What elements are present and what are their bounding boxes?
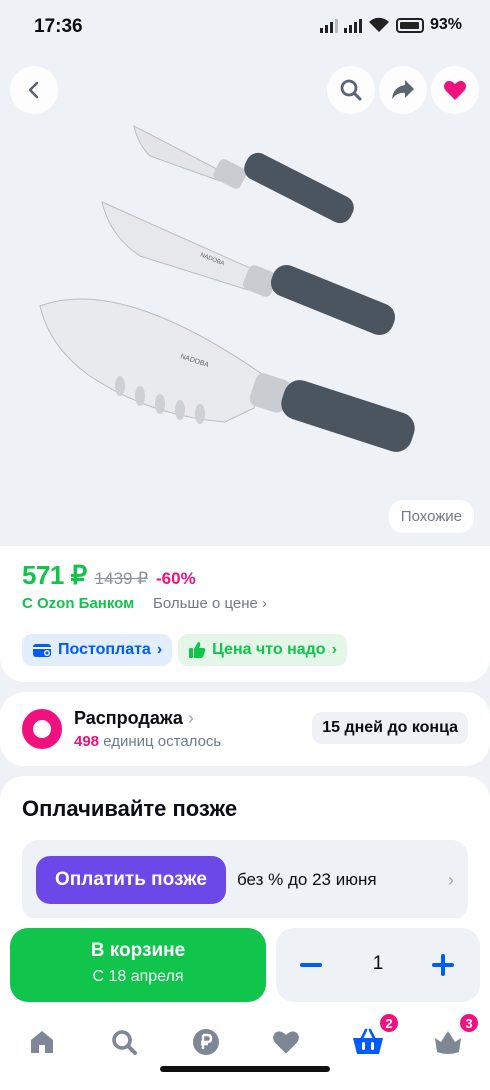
chip-good-price-label: Цена что надо xyxy=(212,641,326,658)
old-price: 1439 ₽ xyxy=(94,569,149,588)
in-cart-button[interactable]: В корзине С 18 апреля xyxy=(10,928,266,1002)
pay-later-button[interactable]: Оплатить позже xyxy=(36,856,226,904)
heart-icon xyxy=(273,1031,299,1054)
pay-later-box[interactable]: Оплатить позже без % до 23 июня › xyxy=(22,840,468,920)
share-arrow-icon xyxy=(392,80,414,99)
sale-title-text: Распродажа xyxy=(74,708,183,728)
back-button[interactable] xyxy=(10,66,58,114)
chevron-right-icon: › xyxy=(187,708,194,728)
share-button[interactable] xyxy=(379,66,427,114)
search-icon xyxy=(112,1030,137,1055)
knife-small-image xyxy=(133,125,354,224)
in-cart-subtitle: С 18 апреля xyxy=(92,968,184,985)
tab-cart[interactable]: 2 xyxy=(348,1012,400,1062)
sale-ring-icon xyxy=(22,709,62,749)
chip-good-price[interactable]: Цена что надо › xyxy=(178,634,347,666)
signal-2-icon xyxy=(343,17,362,33)
plus-button[interactable] xyxy=(430,952,456,978)
battery-icon xyxy=(395,17,424,33)
sale-card[interactable]: Распродажа › 498 единиц осталось 15 дней… xyxy=(0,692,490,766)
sale-remaining: 498 единиц осталось xyxy=(74,733,221,750)
tab-finance[interactable] xyxy=(186,1022,226,1062)
ruble-icon xyxy=(193,1029,219,1055)
cart-count-badge: 2 xyxy=(378,1012,400,1034)
bottom-tab-bar: 2 3 xyxy=(0,1012,490,1090)
quantity-stepper: 1 xyxy=(276,928,480,1002)
discount-badge: -60% xyxy=(156,569,196,588)
chevron-right-icon: › xyxy=(262,595,268,612)
crown-icon xyxy=(435,1031,461,1054)
sale-count-suffix: единиц осталось xyxy=(103,733,222,750)
price-card: 571 ₽ 1439 ₽ -60% С Ozon Банком Больше о… xyxy=(0,546,490,682)
wifi-icon xyxy=(368,17,389,32)
days-left-badge: 15 дней до конца xyxy=(312,712,468,744)
sale-count: 498 xyxy=(74,733,100,750)
thumbs-up-icon xyxy=(189,642,206,658)
tab-catalog[interactable] xyxy=(104,1022,144,1062)
action-bar: В корзине С 18 апреля 1 xyxy=(0,918,490,1012)
in-cart-title: В корзине xyxy=(90,940,186,961)
basket-icon xyxy=(353,1028,383,1054)
chip-postpay[interactable]: Постоплата › xyxy=(22,634,173,666)
product-gallery[interactable]: NADOBA NADOBA Похожие xyxy=(0,56,490,546)
battery-percent: 93% xyxy=(429,16,462,33)
tab-home[interactable] xyxy=(22,1022,62,1062)
more-price-link[interactable]: Больше о цене › xyxy=(153,595,267,612)
more-price-label: Больше о цене xyxy=(153,595,258,612)
search-icon xyxy=(340,79,362,101)
tab-favorites[interactable] xyxy=(266,1022,306,1062)
favorite-button[interactable] xyxy=(431,66,479,114)
minus-button[interactable] xyxy=(298,953,326,977)
status-icons: 93% xyxy=(319,16,462,34)
chevron-right-icon: › xyxy=(448,870,454,890)
chevron-right-icon: › xyxy=(156,641,163,658)
home-indicator xyxy=(160,1066,330,1072)
similar-button[interactable]: Похожие xyxy=(388,500,474,533)
home-icon xyxy=(31,1031,53,1053)
product-image[interactable]: NADOBA NADOBA xyxy=(0,56,490,546)
status-time: 17:36 xyxy=(34,16,83,37)
quantity-value: 1 xyxy=(372,953,384,974)
wallet-icon xyxy=(33,644,51,657)
heart-icon xyxy=(444,80,466,100)
chip-postpay-label: Постоплата xyxy=(58,641,151,658)
pay-later-terms: без % до 23 июня xyxy=(237,870,377,889)
chevron-right-icon: › xyxy=(331,641,337,658)
current-price: 571 ₽ xyxy=(22,560,87,590)
search-button[interactable] xyxy=(327,66,375,114)
tab-profile[interactable]: 3 xyxy=(428,1012,480,1062)
price-row: 571 ₽ 1439 ₽ -60% xyxy=(22,560,196,591)
signal-1-icon xyxy=(319,17,338,33)
status-bar: 17:36 93% xyxy=(0,0,490,56)
chips-row: Постоплата › Цена что надо › xyxy=(22,634,347,666)
sale-title[interactable]: Распродажа › xyxy=(74,708,194,729)
profile-count-badge: 3 xyxy=(458,1012,480,1034)
pay-later-title: Оплачивайте позже xyxy=(22,796,238,821)
chevron-left-icon xyxy=(28,81,39,99)
ozon-bank-label: С Ozon Банком xyxy=(22,595,135,612)
